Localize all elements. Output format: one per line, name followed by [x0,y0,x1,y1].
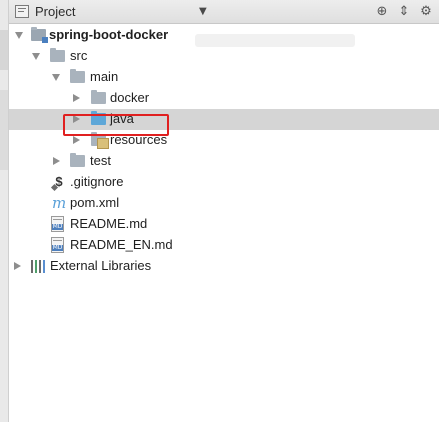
left-tool-strip [0,0,9,422]
collapse-arrow-icon[interactable] [15,32,23,39]
tree-row-src[interactable]: src [9,46,439,67]
docker-highlight-box [63,114,169,136]
collapse-arrow-icon[interactable] [52,74,60,81]
folder-icon [70,153,85,167]
expand-arrow-icon[interactable] [14,262,21,270]
folder-icon [70,69,85,83]
tree-row-readme-en[interactable]: README_EN.md [9,235,439,256]
tree-label-docker: docker [110,90,150,105]
markdown-file-icon [51,216,64,232]
expand-arrow-icon[interactable] [73,136,80,144]
settings-target-icon[interactable]: ⊕ [373,3,391,21]
tree-label-gitignore: .gitignore [70,174,124,189]
collapse-arrow-icon[interactable] [32,53,40,60]
project-folder-icon [31,27,48,43]
tree-label-readme-en: README_EN.md [70,237,173,252]
gitignore-file-icon: $ [53,175,65,189]
tree-row-test[interactable]: test [9,151,439,172]
tree-row-pom[interactable]: m pom.xml [9,193,439,214]
tree-label-root: spring-boot-docker [49,27,169,42]
panel-header: Project ▼ ⊕ ⇕ ⚙ [9,0,439,24]
tool-window-tab[interactable] [0,30,8,70]
folder-icon [91,90,106,104]
expand-arrow-icon[interactable] [53,157,60,165]
folder-icon [50,48,65,62]
tree-label-pom: pom.xml [70,195,120,210]
tree-label-src: src [70,48,88,63]
panel-title: Project [35,4,76,19]
tree-row-docker[interactable]: docker [9,88,439,109]
tree-row-root[interactable]: spring-boot-docker [9,25,439,47]
project-tree: spring-boot-docker src main docker java [9,25,439,422]
chevron-down-icon: ▼ [199,6,207,17]
project-icon [15,5,29,18]
libraries-icon [31,260,46,273]
view-dropdown[interactable]: ▼ [199,6,207,17]
project-panel: Project ▼ ⊕ ⇕ ⚙ spring-boot-docker src m… [9,0,439,422]
tree-row-external-libraries[interactable]: External Libraries [9,256,439,277]
tree-label-readme: README.md [70,216,148,231]
tree-label-test: test [90,153,111,168]
tree-row-main[interactable]: main [9,67,439,88]
tree-row-readme[interactable]: README.md [9,214,439,235]
tree-row-gitignore[interactable]: $ .gitignore [9,172,439,193]
expand-arrow-icon[interactable] [73,94,80,102]
markdown-file-icon [51,237,64,253]
tree-label-main: main [90,69,119,84]
tree-label-external-libraries: External Libraries [50,258,152,273]
maven-file-icon: m [52,194,67,212]
tool-window-tab[interactable] [0,90,8,170]
split-icon[interactable]: ⇕ [395,3,413,21]
gear-icon[interactable]: ⚙ [417,3,435,21]
